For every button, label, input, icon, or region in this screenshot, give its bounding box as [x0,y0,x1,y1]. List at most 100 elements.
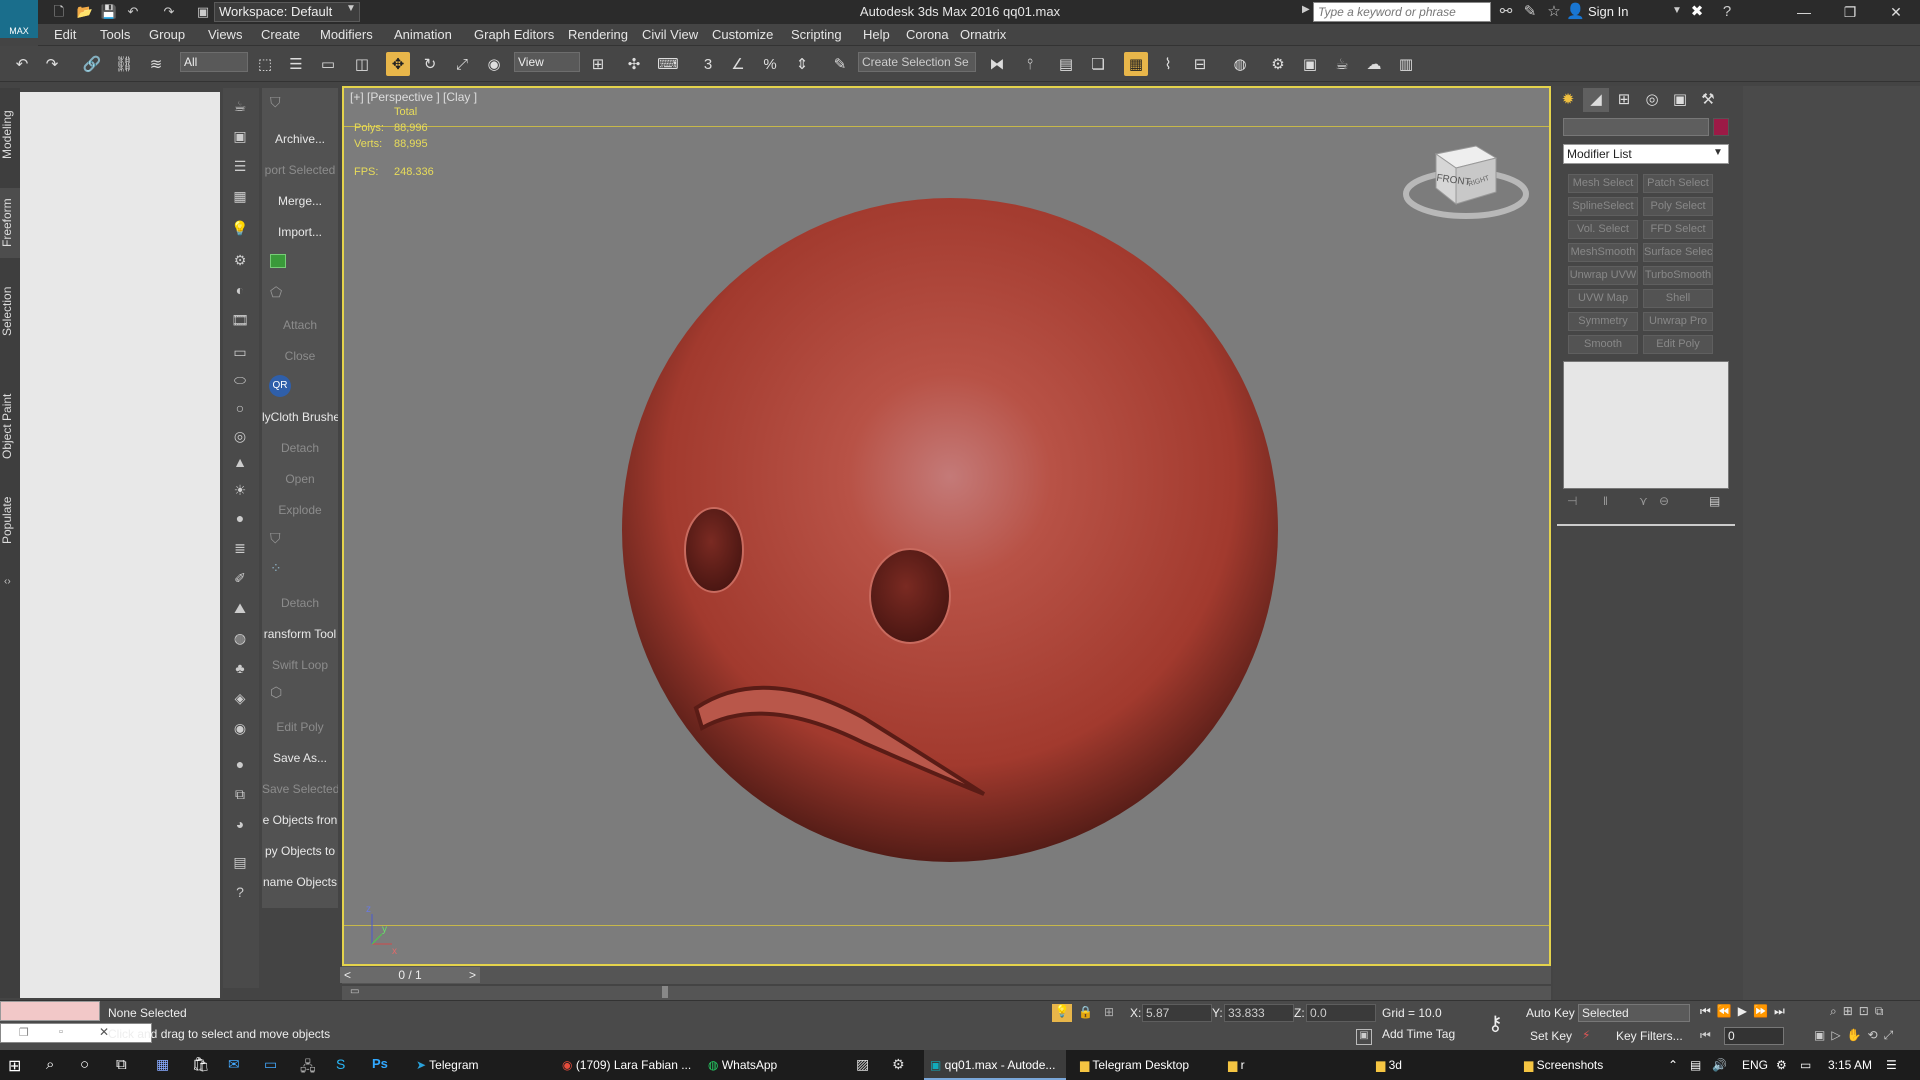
tray-volume-icon[interactable]: 🔊 [1712,1050,1727,1080]
chevron-down-icon[interactable]: ▼ [346,3,356,14]
menu-scripting[interactable]: Scripting [791,27,842,42]
window-crossing-icon[interactable]: ◫ [350,52,374,76]
curve-editor-icon[interactable]: ⌇ [1156,52,1180,76]
select-object-icon[interactable]: ⬚ [253,52,277,76]
app-logo[interactable]: MAX [0,0,38,38]
texture-icon[interactable]: ◉ [228,716,252,740]
explode-command[interactable]: Explode [262,503,338,517]
align-icon[interactable]: ⫯ [1018,52,1042,76]
save-as-command[interactable]: Save As... [262,751,338,765]
stack-icon[interactable]: ≣ [228,536,252,560]
go-to-start-icon[interactable]: ⏮ [1700,1004,1717,1018]
open-file-icon[interactable]: 📂 [76,3,94,21]
time-slider-handle[interactable]: < 0 / 1 > [340,967,480,983]
table-icon[interactable]: ▦ [228,184,252,208]
light-icon[interactable]: 💡 [228,216,252,240]
ffd-select-button[interactable]: FFD Select [1643,220,1713,239]
next-frame-icon[interactable]: ⏩ [1753,1004,1774,1018]
merge-command[interactable]: Merge... [262,194,338,208]
mini-curve-editor-icon[interactable]: ▭ [350,986,368,998]
object-name-field[interactable] [1563,118,1709,136]
spline-select-button[interactable]: SplineSelect [1568,197,1638,216]
select-and-place-icon[interactable]: ◉ [482,52,506,76]
swift-loop-command[interactable]: Swift Loop [262,658,338,672]
tray-network-icon[interactable]: ▤ [1690,1050,1701,1080]
schematic-view-icon[interactable]: ⊟ [1188,52,1212,76]
menu-animation[interactable]: Animation [394,27,452,42]
menu-customize[interactable]: Customize [712,27,773,42]
sign-in-button[interactable]: Sign In [1588,4,1628,19]
render-icon[interactable]: ▣ [228,124,252,148]
materials-icon[interactable]: ⧉ [228,782,252,806]
chevron-right-icon[interactable]: ▶ [1302,4,1310,15]
action-center-icon[interactable]: ☰ [1886,1050,1897,1080]
paste-objects-command[interactable]: e Objects fron [262,813,338,827]
scene-explorer-icon[interactable]: ▤ [1054,52,1078,76]
selection-filter-select[interactable]: All [180,52,248,72]
blue-ball-icon[interactable]: ◕ [228,812,252,836]
torus-icon[interactable]: ◎ [228,424,252,448]
sun-icon[interactable]: ☀ [228,478,252,502]
key-icon[interactable]: ⚷ [1488,1011,1503,1036]
maxscript-listener[interactable] [0,1001,100,1021]
chevron-down-icon[interactable]: ▼ [1672,5,1682,16]
skype-icon[interactable]: S [336,1056,345,1072]
zoom-all-icon[interactable]: ⊞ [1843,1004,1859,1018]
pivot-center-icon[interactable]: ⊞ [586,52,610,76]
task-view-icon[interactable]: ⧉ [116,1056,127,1073]
close-command[interactable]: Close [262,349,338,363]
current-frame-field[interactable]: 0 [1724,1027,1784,1045]
material-editor-icon[interactable]: ◍ [1228,52,1252,76]
material-ball-icon[interactable]: ● [228,506,252,530]
turbosmooth-button[interactable]: TurboSmooth [1643,266,1713,285]
orbit-icon[interactable]: ⟲ [1868,1028,1884,1042]
mail-icon[interactable]: ✉ [228,1056,240,1073]
rectangular-selection-icon[interactable]: ▭ [316,52,340,76]
uvw-map-button[interactable]: UVW Map [1568,289,1638,308]
reference-coordinate-select[interactable]: View [514,52,580,72]
viewcube[interactable]: FRONT RIGHT [1396,116,1536,226]
list-icon[interactable]: ☰ [228,154,252,178]
store-icon[interactable]: 🛍 [192,1056,210,1073]
ribbon-expand-icon[interactable]: ‹› [4,576,16,592]
menu-rendering[interactable]: Rendering [568,27,628,42]
smooth-button[interactable]: Smooth [1568,335,1638,354]
sphere-icon[interactable]: ○ [228,396,252,420]
save-icon[interactable]: 💾 [100,3,118,21]
shell-button[interactable]: Shell [1643,289,1713,308]
menu-civil-view[interactable]: Civil View [642,27,698,42]
select-and-scale-icon[interactable]: ⤢ [450,52,474,76]
vol-select-button[interactable]: Vol. Select [1568,220,1638,239]
restore-button[interactable]: ❐ [1830,2,1870,22]
keyboard-shortcut-override-icon[interactable]: ⌨ [656,52,680,76]
plane-icon[interactable]: ▭ [228,340,252,364]
taskbar-3dsmax[interactable]: ▣ qq01.max - Autode... [924,1050,1066,1080]
zoom-icon[interactable]: ⌕ [1830,1004,1843,1018]
unlink-icon[interactable]: ⛓ [112,52,136,76]
globe-icon[interactable]: ◍ [228,626,252,650]
vertices-icon[interactable]: ⁘ [270,560,294,580]
undo-icon[interactable]: ↶ [124,3,142,21]
make-unique-icon[interactable]: ⋎ [1639,494,1648,508]
edit-poly-button[interactable]: Edit Poly [1643,335,1713,354]
settings-gear-icon[interactable]: ⚙ [892,1056,905,1073]
detach-command-2[interactable]: Detach [262,596,338,610]
bind-space-warp-icon[interactable]: ≋ [144,52,168,76]
time-slider[interactable] [342,966,1551,984]
absolute-mode-icon[interactable]: ⊞ [1104,1005,1114,1019]
chevron-down-icon[interactable]: ▼ [1713,147,1723,158]
fov-icon[interactable]: ▷ [1831,1028,1846,1042]
redo-icon[interactable]: ↷ [40,52,64,76]
menu-tools[interactable]: Tools [100,27,130,42]
user-icon[interactable]: 👤 [1566,3,1585,21]
tray-chevron-up-icon[interactable]: ⌃ [1668,1050,1678,1080]
select-by-name-icon[interactable]: ☰ [284,52,308,76]
modify-tab-icon[interactable]: ◢ [1583,88,1609,112]
snaps-toggle-icon[interactable]: 3 [696,52,720,76]
angle-snap-icon[interactable]: ∠ [726,52,750,76]
mesh-select-button[interactable]: Mesh Select [1568,174,1638,193]
communication-icon[interactable]: ✎ [1520,3,1540,21]
rename-objects-command[interactable]: name Objects [262,875,338,889]
modifier-stack[interactable] [1563,361,1729,489]
configure-modifier-sets-icon[interactable]: ▤ [1709,494,1720,508]
